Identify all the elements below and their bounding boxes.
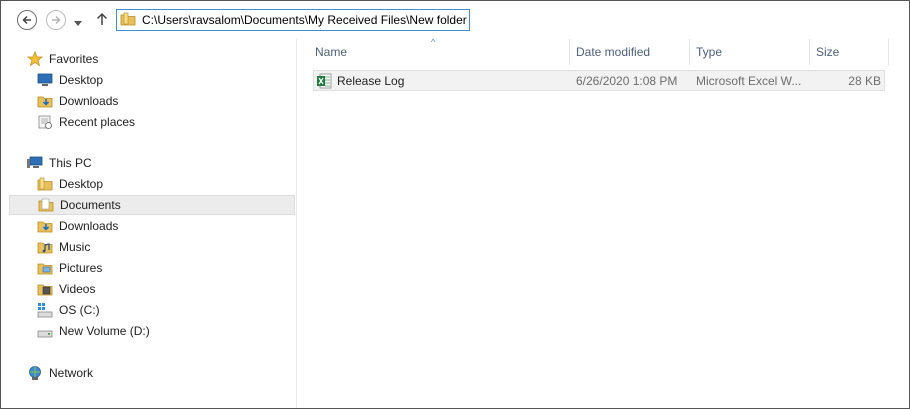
- nav-label: New Volume (D:): [59, 324, 150, 338]
- column-label: Name: [315, 45, 348, 59]
- nav-label: Music: [59, 240, 91, 254]
- folder-icon: [120, 12, 136, 29]
- file-date-cell: 6/26/2020 1:08 PM: [576, 73, 678, 88]
- nav-label: Desktop: [59, 73, 104, 87]
- column-label: Date modified: [576, 45, 651, 59]
- file-row[interactable]: Release Log 6/26/2020 1:08 PM Microsoft …: [313, 70, 885, 91]
- nav-label: Downloads: [59, 94, 119, 108]
- music-folder-icon: [37, 239, 53, 255]
- chevron-down-icon: [74, 21, 82, 26]
- address-bar[interactable]: C:\Users\ravsalom\Documents\My Received …: [116, 9, 470, 31]
- nav-pc-drive-c[interactable]: OS (C:): [37, 300, 100, 320]
- nav-label: Desktop: [59, 177, 104, 191]
- nav-label: Documents: [60, 198, 121, 212]
- up-arrow-icon: [96, 12, 108, 25]
- nav-label: Pictures: [59, 261, 103, 275]
- pictures-folder-icon: [37, 260, 53, 276]
- column-separator[interactable]: [689, 39, 690, 65]
- file-type-cell: Microsoft Excel W...: [696, 73, 802, 88]
- column-header-size[interactable]: Size: [816, 39, 886, 65]
- column-separator[interactable]: [809, 39, 810, 65]
- nav-pc-desktop[interactable]: Desktop: [37, 174, 103, 194]
- nav-label: Recent places: [59, 115, 136, 129]
- drive-c-icon: [37, 302, 53, 318]
- forward-arrow-icon: [52, 15, 61, 25]
- nav-pc-documents[interactable]: Documents: [9, 195, 295, 215]
- computer-icon: [27, 155, 43, 171]
- excel-file-icon: [316, 73, 332, 89]
- navigation-pane: Favorites Desktop Downloads Recent place…: [1, 39, 297, 408]
- nav-label: Network: [49, 366, 94, 380]
- folder-icon: [37, 176, 53, 192]
- back-arrow-icon: [22, 15, 31, 25]
- recent-locations-dropdown[interactable]: [74, 16, 82, 30]
- documents-icon: [38, 197, 54, 213]
- nav-fav-recent-places[interactable]: Recent places: [37, 112, 135, 132]
- nav-label: OS (C:): [59, 303, 100, 317]
- desktop-icon: [37, 72, 53, 88]
- downloads-folder-icon: [37, 93, 53, 109]
- nav-label: This PC: [49, 156, 92, 170]
- nav-network[interactable]: Network: [27, 363, 93, 383]
- nav-fav-downloads[interactable]: Downloads: [37, 91, 118, 111]
- nav-favorites[interactable]: Favorites: [27, 49, 98, 69]
- downloads-folder-icon: [37, 218, 53, 234]
- nav-pc-downloads[interactable]: Downloads: [37, 216, 118, 236]
- column-separator[interactable]: [569, 39, 570, 65]
- toolbar: C:\Users\ravsalom\Documents\My Received …: [1, 1, 909, 39]
- forward-button[interactable]: [46, 10, 66, 30]
- nav-fav-desktop[interactable]: Desktop: [37, 70, 103, 90]
- videos-folder-icon: [37, 281, 53, 297]
- recent-places-icon: [37, 114, 53, 130]
- file-list-pane: ^ Name Date modified Type Size Release L…: [297, 37, 909, 408]
- nav-this-pc[interactable]: This PC: [27, 153, 92, 173]
- column-header-date[interactable]: Date modified: [576, 39, 688, 65]
- address-path: C:\Users\ravsalom\Documents\My Received …: [142, 13, 467, 27]
- column-header-name[interactable]: Name: [315, 39, 570, 65]
- network-icon: [27, 365, 43, 381]
- explorer-window: C:\Users\ravsalom\Documents\My Received …: [0, 0, 910, 409]
- nav-label: Downloads: [59, 219, 119, 233]
- nav-pc-videos[interactable]: Videos: [37, 279, 95, 299]
- column-separator[interactable]: [888, 39, 889, 65]
- nav-pc-music[interactable]: Music: [37, 237, 90, 257]
- nav-label: Favorites: [49, 52, 99, 66]
- up-button[interactable]: [96, 12, 108, 29]
- back-button[interactable]: [17, 10, 37, 30]
- column-header-type[interactable]: Type: [696, 39, 808, 65]
- column-label: Type: [696, 45, 723, 59]
- file-name: Release Log: [337, 73, 405, 88]
- file-size-cell: 28 KB: [848, 73, 881, 88]
- drive-d-icon: [37, 323, 53, 339]
- column-label: Size: [816, 45, 840, 59]
- nav-label: Videos: [59, 282, 96, 296]
- star-icon: [27, 51, 43, 67]
- nav-pc-drive-d[interactable]: New Volume (D:): [37, 321, 150, 341]
- file-name-cell: Release Log: [316, 71, 404, 90]
- nav-pc-pictures[interactable]: Pictures: [37, 258, 102, 278]
